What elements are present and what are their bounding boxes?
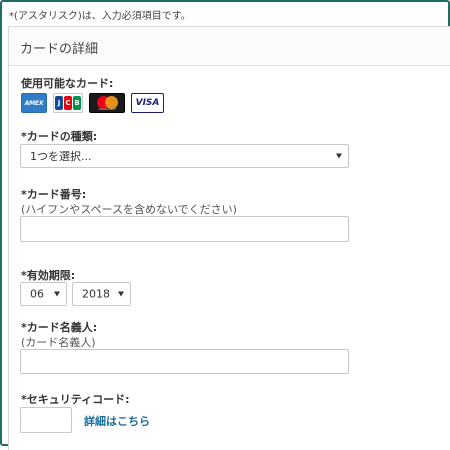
mastercard-card-icon: mastercard: [89, 93, 125, 113]
card-holder-label: *カード名義人:: [21, 321, 98, 334]
panel-title: カードの詳細: [20, 42, 99, 57]
jcb-letter-j: J: [55, 96, 63, 110]
amex-card-text: AMEX: [24, 99, 44, 107]
card-holder-input[interactable]: [20, 349, 349, 374]
card-number-label: *カード番号:: [21, 188, 87, 201]
security-code-input[interactable]: [20, 407, 72, 433]
card-holder-hint: (カード名義人): [21, 336, 96, 349]
security-code-details-link[interactable]: 詳細はこちら: [84, 413, 150, 429]
card-number-hint: (ハイフンやスペースを含めないでください): [21, 203, 237, 216]
required-note: *(アスタリスク)は、入力必須項目です。: [9, 11, 191, 22]
jcb-letter-b: B: [73, 96, 81, 110]
chevron-down-icon: [336, 153, 342, 159]
expiry-month-select[interactable]: 06: [20, 282, 67, 306]
expiry-label: *有効期限:: [21, 269, 76, 282]
security-code-label: *セキュリティコード:: [21, 393, 130, 406]
amex-card-icon: AMEX: [21, 93, 47, 113]
expiry-month-value: 06: [30, 287, 44, 301]
card-type-select[interactable]: 1つを選択...: [20, 144, 349, 168]
accepted-cards-label: 使用可能なカード:: [21, 77, 114, 90]
card-type-selected-value: 1つを選択...: [30, 150, 92, 163]
jcb-letter-c: C: [64, 96, 72, 110]
visa-card-text: VISA: [135, 98, 160, 108]
page-frame: *(アスタリスク)は、入力必須項目です。 カードの詳細 使用可能なカード: AM…: [0, 0, 450, 450]
accepted-cards-list: AMEX J C B mastercard VISA: [21, 93, 164, 113]
chevron-down-icon: [118, 291, 124, 297]
card-number-input[interactable]: [20, 216, 349, 242]
chevron-down-icon: [54, 291, 60, 297]
expiry-year-select[interactable]: 2018: [72, 282, 131, 306]
card-type-label: *カードの種類:: [21, 130, 98, 143]
jcb-card-icon: J C B: [53, 93, 83, 113]
mastercard-text: mastercard: [98, 107, 116, 111]
panel-header: カードの詳細: [9, 27, 450, 66]
visa-card-icon: VISA: [131, 93, 164, 113]
expiry-year-value: 2018: [82, 287, 110, 301]
